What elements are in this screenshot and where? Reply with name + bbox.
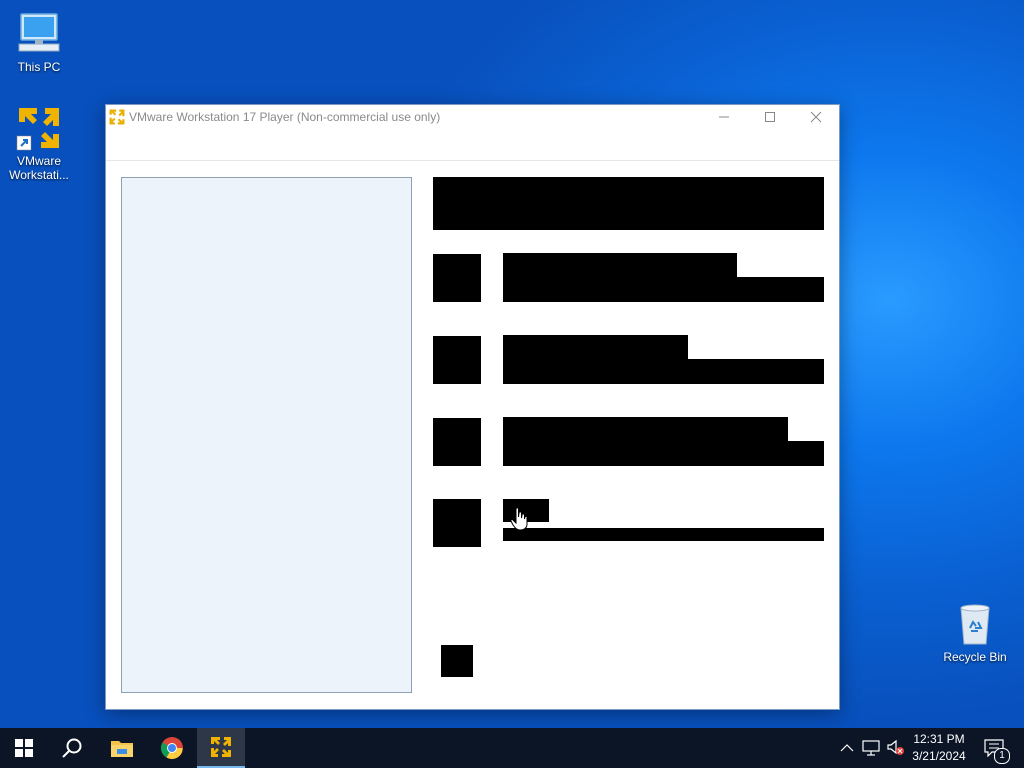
option-desc-3-redacted xyxy=(503,441,824,466)
option-desc-1-redacted xyxy=(503,277,824,302)
desktop-icon-label: This PC xyxy=(17,60,61,74)
clock-time[interactable]: 12:31 PM xyxy=(908,732,970,746)
option-icon-1-redacted[interactable] xyxy=(433,254,481,302)
menu-bar xyxy=(106,128,839,161)
windows-start-icon xyxy=(15,739,33,757)
taskbar-chrome[interactable] xyxy=(148,728,196,768)
desktop: This PC VMware Workstati... Recycle Bin xyxy=(0,0,1024,768)
desktop-icon-label: Recycle Bin xyxy=(943,650,1007,664)
window-title: VMware Workstation 17 Player (Non-commer… xyxy=(129,109,441,124)
option-icon-2-redacted[interactable] xyxy=(433,336,481,384)
close-icon xyxy=(810,111,822,122)
clock-date[interactable]: 3/21/2024 xyxy=(906,749,972,763)
option-desc-2-redacted xyxy=(503,359,824,384)
maximize-icon xyxy=(765,111,775,122)
minimize-icon xyxy=(719,116,729,117)
notification-center-button[interactable]: 1 xyxy=(978,728,1024,768)
network-icon[interactable] xyxy=(862,740,880,756)
monitor-icon xyxy=(15,10,63,58)
option-title-3-redacted[interactable] xyxy=(503,417,788,441)
chevron-up-icon[interactable] xyxy=(840,742,854,754)
logo-redacted xyxy=(441,645,473,677)
taskbar-file-explorer[interactable] xyxy=(98,728,146,768)
taskbar: 12:31 PM 3/21/2024 1 xyxy=(0,728,1024,768)
volume-muted-icon[interactable] xyxy=(886,739,906,757)
option-icon-4-redacted[interactable] xyxy=(433,499,481,547)
desktop-icon-this-pc[interactable]: This PC xyxy=(1,10,77,74)
vmware-player-window[interactable]: VMware Workstation 17 Player (Non-commer… xyxy=(105,104,840,710)
vm-library-panel[interactable] xyxy=(121,177,412,693)
welcome-heading-redacted xyxy=(433,177,824,230)
search-button[interactable] xyxy=(48,728,96,768)
folder-icon xyxy=(111,741,133,757)
recycle-bin-icon xyxy=(951,600,999,648)
taskbar-vmware[interactable] xyxy=(197,728,245,768)
vmware-icon xyxy=(108,108,126,126)
minimize-button[interactable] xyxy=(701,105,747,128)
vmware-icon xyxy=(211,737,231,757)
search-icon xyxy=(62,738,82,758)
option-title-1-redacted[interactable] xyxy=(503,253,737,277)
option-title-2-redacted[interactable] xyxy=(503,335,688,359)
hand-cursor-icon xyxy=(510,507,528,531)
notification-count-badge: 1 xyxy=(994,748,1010,764)
vmware-icon xyxy=(15,104,63,152)
window-titlebar[interactable]: VMware Workstation 17 Player (Non-commer… xyxy=(106,105,839,128)
chrome-icon xyxy=(161,737,183,759)
desktop-icon-label: VMware Workstati... xyxy=(9,154,69,182)
start-button[interactable] xyxy=(0,728,48,768)
option-icon-3-redacted[interactable] xyxy=(433,418,481,466)
option-desc-4-redacted xyxy=(503,528,824,541)
close-button[interactable] xyxy=(793,105,839,128)
desktop-icon-recycle-bin[interactable]: Recycle Bin xyxy=(937,600,1013,664)
desktop-icon-vmware[interactable]: VMware Workstati... xyxy=(1,104,77,182)
maximize-button[interactable] xyxy=(747,105,793,128)
